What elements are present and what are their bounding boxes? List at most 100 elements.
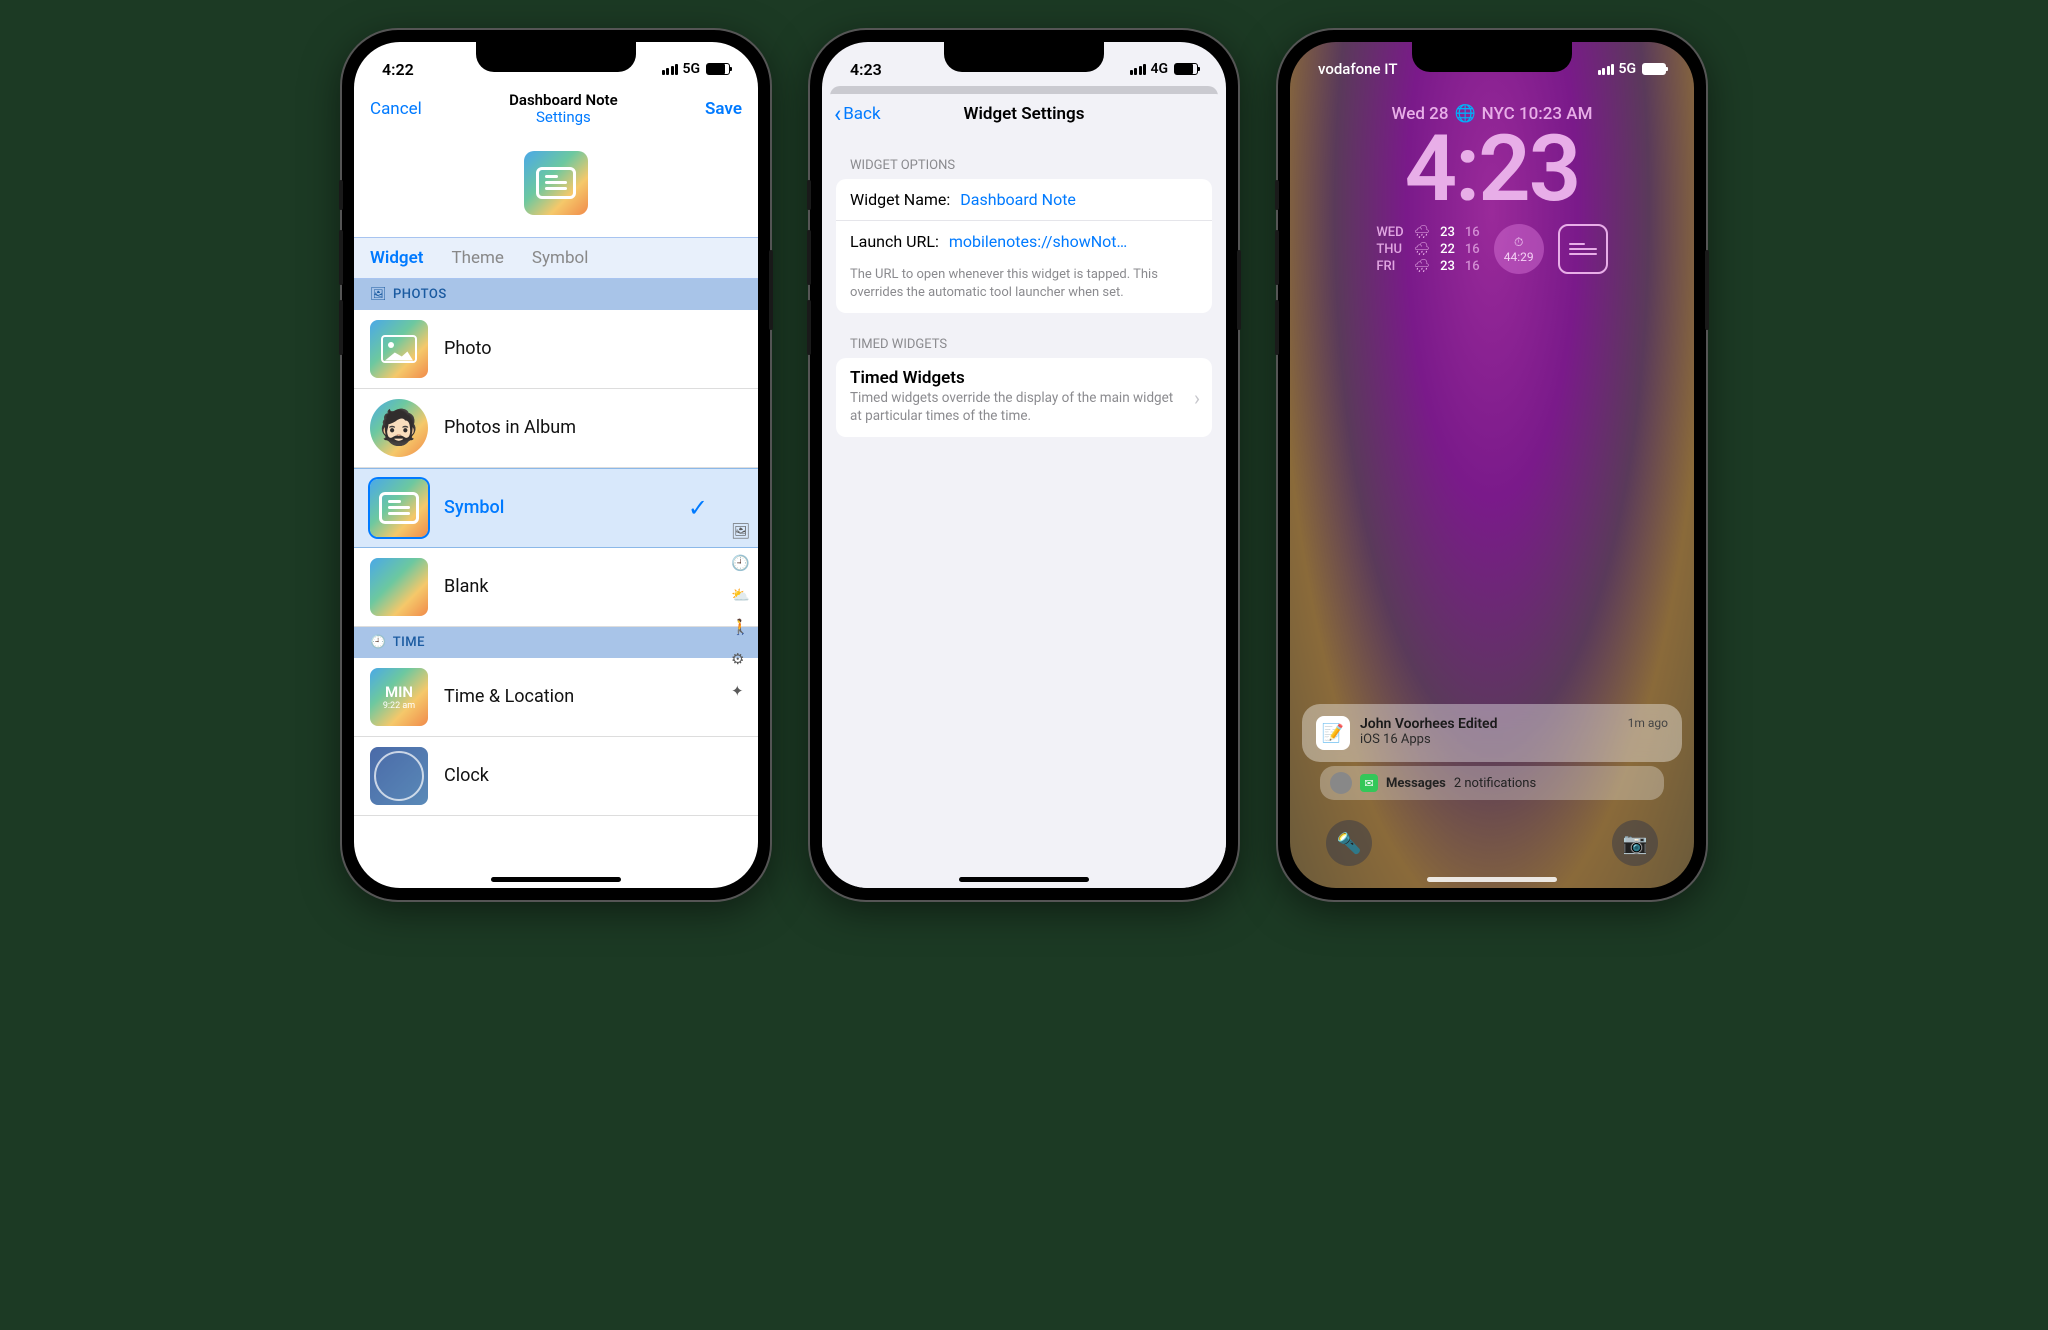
- page-title: Widget Settings: [822, 104, 1226, 124]
- forecast-hi: 22: [1440, 242, 1455, 257]
- timer-value: 44:29: [1504, 250, 1534, 264]
- scrubber-weather-icon[interactable]: ⛅: [731, 586, 750, 604]
- nav-subtitle[interactable]: Settings: [509, 109, 618, 126]
- row-time-location[interactable]: MIN 9:22 am Time & Location: [354, 658, 758, 737]
- note-widget[interactable]: [1558, 224, 1608, 274]
- weather-widget[interactable]: WED 🌧 23 16 THU 🌧 22 16 FRI 🌧 23 16: [1376, 225, 1479, 274]
- status-time: 4:22: [382, 60, 414, 79]
- row-photo[interactable]: Photo: [354, 310, 758, 389]
- scrubber-photos-icon[interactable]: 🖼: [731, 522, 750, 540]
- card-widget-options: Widget Name: Dashboard Note Launch URL: …: [836, 179, 1212, 313]
- back-button[interactable]: ‹ Back: [834, 102, 881, 126]
- timer-widget[interactable]: ⏱ 44:29: [1494, 224, 1544, 274]
- forecast-lo: 16: [1465, 259, 1480, 274]
- battery-icon: [1174, 63, 1198, 75]
- forecast-day: THU: [1376, 242, 1403, 257]
- notification-notes[interactable]: 📝 John Voorhees Edited iOS 16 Apps 1m ag…: [1302, 704, 1682, 762]
- tile-symbol: [370, 479, 428, 537]
- widget-name-value[interactable]: Dashboard Note: [960, 190, 1198, 209]
- status-time: 4:23: [850, 60, 882, 79]
- nav-bar: ‹ Back Widget Settings: [822, 94, 1226, 134]
- tile-blank: [370, 558, 428, 616]
- row-photos-in-album[interactable]: 🧔🏻 Photos in Album: [354, 389, 758, 468]
- photos-section-icon: 🖼: [370, 287, 387, 302]
- row-label: Clock: [444, 765, 489, 786]
- chevron-left-icon: ‹: [834, 102, 841, 126]
- note-icon: [536, 167, 576, 199]
- scrubber-walk-icon[interactable]: 🚶: [731, 618, 750, 636]
- tab-symbol[interactable]: Symbol: [532, 248, 588, 268]
- flashlight-button[interactable]: 🔦: [1326, 820, 1372, 866]
- note-icon: [1569, 243, 1597, 255]
- forecast-hi: 23: [1440, 259, 1455, 274]
- tab-theme[interactable]: Theme: [451, 248, 503, 268]
- tab-bar: Widget Theme Symbol: [354, 237, 758, 279]
- tile-min: MIN 9:22 am: [370, 668, 428, 726]
- launch-url-footer: The URL to open whenever this widget is …: [836, 262, 1212, 313]
- min-label: MIN: [385, 683, 413, 701]
- widget-preview: [354, 133, 758, 237]
- notif-time: 1m ago: [1628, 716, 1668, 730]
- row-label: Symbol: [444, 497, 504, 518]
- section-header-label: PHOTOS: [393, 287, 447, 302]
- launch-url-value[interactable]: mobilenotes://showNot…: [949, 232, 1198, 251]
- section-header-time: 🕘 TIME: [354, 627, 758, 658]
- forecast-lo: 16: [1465, 225, 1480, 240]
- group-header-widget-options: WIDGET OPTIONS: [822, 134, 1226, 179]
- forecast-lo: 16: [1465, 242, 1480, 257]
- row-timed-widgets[interactable]: Timed Widgets Timed widgets override the…: [836, 358, 1212, 437]
- tile-clock: [370, 747, 428, 805]
- index-scrubber[interactable]: 🖼 🕘 ⛅ 🚶 ⚙ ✦: [731, 522, 750, 700]
- signal-bars-icon: [662, 64, 679, 75]
- battery-icon: [1642, 63, 1666, 75]
- home-indicator[interactable]: [491, 877, 621, 882]
- scrubber-toggle-icon[interactable]: ⚙: [731, 650, 750, 668]
- phone-1-dashboard-note: 4:22 5G Cancel Dashboard Note Settings S…: [342, 30, 770, 900]
- lock-widget-row: WED 🌧 23 16 THU 🌧 22 16 FRI 🌧 23 16 ⏱ 44…: [1290, 224, 1694, 274]
- row-widget-name[interactable]: Widget Name: Dashboard Note: [836, 179, 1212, 221]
- signal-bars-icon: [1130, 64, 1147, 75]
- notification-messages[interactable]: ✉ Messages 2 notifications: [1320, 766, 1664, 800]
- flashlight-icon: 🔦: [1337, 831, 1362, 855]
- note-icon: [379, 492, 419, 524]
- network-label: 5G: [682, 61, 700, 77]
- section-header-photos: 🖼 PHOTOS: [354, 279, 758, 310]
- row-clock[interactable]: Clock: [354, 737, 758, 816]
- chevron-right-icon: ›: [1194, 386, 1200, 410]
- home-indicator[interactable]: [1427, 877, 1557, 882]
- save-button[interactable]: Save: [705, 99, 742, 119]
- carrier-label: vodafone IT: [1318, 60, 1397, 78]
- forecast-day: FRI: [1376, 259, 1403, 274]
- scrubber-time-icon[interactable]: 🕘: [731, 554, 750, 572]
- row-blank[interactable]: Blank: [354, 548, 758, 627]
- group-header-timed-widgets: TIMED WIDGETS: [822, 313, 1226, 358]
- messages-label: Messages: [1386, 776, 1446, 791]
- album-avatar: 🧔🏻: [370, 399, 428, 457]
- phone-3-lock-screen: vodafone IT 5G Wed 28 🌐 NYC 10:23 AM 4:2…: [1278, 30, 1706, 900]
- clock-section-icon: 🕘: [370, 635, 387, 650]
- lock-time: 4:23: [1290, 124, 1694, 216]
- nav-title: Dashboard Note: [509, 92, 618, 109]
- section-header-label: TIME: [393, 635, 425, 650]
- row-launch-url[interactable]: Launch URL: mobilenotes://showNot…: [836, 221, 1212, 262]
- network-label: 5G: [1618, 61, 1636, 77]
- timer-icon: ⏱: [1514, 235, 1523, 250]
- forecast-day: WED: [1376, 225, 1403, 240]
- tab-widget[interactable]: Widget: [370, 248, 423, 268]
- row-symbol[interactable]: Symbol ✓: [354, 468, 758, 548]
- messages-count: 2 notifications: [1454, 776, 1536, 791]
- checkmark-icon: ✓: [688, 494, 708, 522]
- timed-description: Timed widgets override the display of th…: [850, 390, 1198, 425]
- weather-icon: 🌧: [1414, 225, 1431, 240]
- home-indicator[interactable]: [959, 877, 1089, 882]
- row-label: Photos in Album: [444, 417, 576, 438]
- field-label: Widget Name:: [850, 190, 950, 209]
- clock-face-icon: [374, 751, 424, 801]
- cancel-button[interactable]: Cancel: [370, 99, 422, 119]
- notification-stack: 📝 John Voorhees Edited iOS 16 Apps 1m ag…: [1302, 704, 1682, 800]
- signal-bars-icon: [1598, 64, 1615, 75]
- camera-button[interactable]: 📷: [1612, 820, 1658, 866]
- scrubber-sparkle-icon[interactable]: ✦: [731, 682, 750, 700]
- back-label: Back: [843, 104, 880, 124]
- row-label: Photo: [444, 338, 492, 359]
